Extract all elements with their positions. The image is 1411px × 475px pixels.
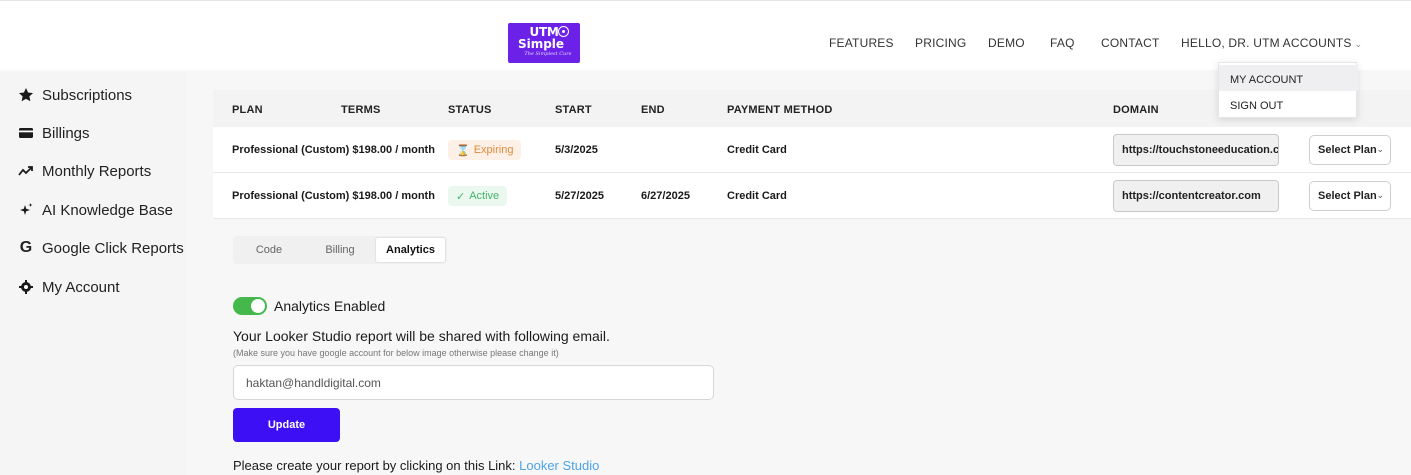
payment-method-cell: Credit Card <box>727 190 787 202</box>
status-badge-active: ✓ Active <box>448 186 508 206</box>
sidebar-item-billings[interactable]: Billings <box>18 122 90 144</box>
plan-cell: Professional (Custom) $198.00 / month <box>232 190 435 202</box>
start-date-cell: 5/3/2025 <box>555 144 598 156</box>
sidebar-item-my-account[interactable]: My Account <box>18 276 120 298</box>
user-menu-toggle[interactable]: HELLO, DR. UTM ACCOUNTS ⌄ <box>1181 36 1362 50</box>
google-icon: G <box>19 239 33 256</box>
column-header-domain: DOMAIN <box>1113 104 1159 116</box>
chevron-down-icon: ⌄ <box>1354 39 1363 49</box>
sidebar-item-label: Google Click Reports <box>42 239 184 257</box>
analytics-toggle[interactable] <box>233 297 267 315</box>
status-text: Expiring <box>473 144 514 156</box>
chevron-down-icon: ⌄ <box>1376 144 1384 154</box>
logo-text-line2: Simple <box>517 37 565 51</box>
utm-simple-logo[interactable]: UTM Simple The Simplest Cure <box>508 23 580 63</box>
nav-features[interactable]: FEATURES <box>829 36 894 50</box>
main-content: PLAN TERMS STATUS START END PAYMENT METH… <box>213 80 1411 475</box>
column-header-payment-method: PAYMENT METHOD <box>727 104 833 116</box>
tab-bar: Code Billing Analytics <box>233 236 447 264</box>
gear-icon <box>18 279 34 295</box>
plan-cell: Professional (Custom) $198.00 / month <box>232 144 435 156</box>
credit-card-icon <box>18 125 34 141</box>
select-plan-label: Select Plan <box>1318 190 1377 202</box>
tab-analytics[interactable]: Analytics <box>375 237 446 263</box>
column-header-plan: PLAN <box>232 104 263 116</box>
logo-text-line1: UTM <box>529 25 559 39</box>
sidebar-item-label: Billings <box>42 124 90 142</box>
sidebar-item-label: AI Knowledge Base <box>42 201 173 219</box>
email-field[interactable] <box>233 365 714 400</box>
domain-field[interactable]: https://touchstoneeducation.c... <box>1113 134 1279 166</box>
status-badge-expiring: ⌛ Expiring <box>448 140 522 160</box>
sidebar-item-subscriptions[interactable]: Subscriptions <box>18 84 132 106</box>
trend-up-icon <box>18 163 34 179</box>
chevron-down-icon: ⌄ <box>1376 190 1384 200</box>
toggle-knob <box>251 299 265 313</box>
tab-code[interactable]: Code <box>233 236 305 264</box>
sidebar-item-label: Monthly Reports <box>42 162 152 180</box>
tab-billing[interactable]: Billing <box>305 236 375 264</box>
status-text: Active <box>469 190 500 202</box>
user-greeting: HELLO, DR. UTM ACCOUNTS <box>1181 36 1352 50</box>
star-icon <box>18 87 34 103</box>
looker-link-prefix: Please create your report by clicking on… <box>233 458 520 473</box>
hourglass-icon: ⌛ <box>456 144 470 157</box>
table-row: Professional (Custom) $198.00 / month ✓ A… <box>213 173 1411 219</box>
nav-pricing[interactable]: PRICING <box>915 36 966 50</box>
top-navbar: UTM Simple The Simplest Cure FEATURES PR… <box>0 0 1411 70</box>
select-plan-dropdown[interactable]: Select Plan ⌄ <box>1309 181 1391 211</box>
looker-studio-link[interactable]: Looker Studio <box>519 458 599 473</box>
user-dropdown-menu: MY ACCOUNT SIGN OUT <box>1218 62 1358 118</box>
update-button[interactable]: Update <box>233 408 340 442</box>
end-date-cell: 6/27/2025 <box>641 190 690 202</box>
sidebar-item-ai-knowledge-base[interactable]: AI Knowledge Base <box>18 199 173 221</box>
payment-method-cell: Credit Card <box>727 144 787 156</box>
sparkle-icon <box>18 202 34 218</box>
logo-tagline: The Simplest Cure <box>524 51 572 57</box>
column-header-terms: TERMS <box>341 104 381 116</box>
select-plan-dropdown[interactable]: Select Plan ⌄ <box>1309 135 1391 165</box>
column-header-end: END <box>641 104 665 116</box>
table-row: Professional (Custom) $198.00 / month ⌛ E… <box>213 127 1411 173</box>
looker-share-heading: Your Looker Studio report will be shared… <box>233 328 610 344</box>
nav-demo[interactable]: DEMO <box>988 36 1025 50</box>
select-plan-label: Select Plan <box>1318 144 1377 156</box>
menu-item-my-account[interactable]: MY ACCOUNT <box>1219 65 1358 91</box>
sidebar-item-label: Subscriptions <box>42 86 133 104</box>
looker-link-line: Please create your report by clicking on… <box>233 458 599 473</box>
target-icon <box>558 26 569 37</box>
sidebar: Subscriptions Billings Monthly Reports A… <box>0 72 187 475</box>
nav-contact[interactable]: CONTACT <box>1101 36 1160 50</box>
menu-item-sign-out[interactable]: SIGN OUT <box>1219 91 1358 117</box>
nav-faq[interactable]: FAQ <box>1050 36 1075 50</box>
check-icon: ✓ <box>456 190 466 203</box>
start-date-cell: 5/27/2025 <box>555 190 604 202</box>
sidebar-item-monthly-reports[interactable]: Monthly Reports <box>18 160 151 182</box>
column-header-status: STATUS <box>448 104 492 116</box>
looker-share-note: (Make sure you have google account for b… <box>233 348 559 358</box>
column-header-start: START <box>555 104 592 116</box>
sidebar-item-google-click-reports[interactable]: G Google Click Reports <box>18 237 184 259</box>
domain-field[interactable]: https://contentcreator.com <box>1113 180 1279 212</box>
analytics-toggle-label: Analytics Enabled <box>274 298 386 314</box>
sidebar-item-label: My Account <box>42 278 120 296</box>
